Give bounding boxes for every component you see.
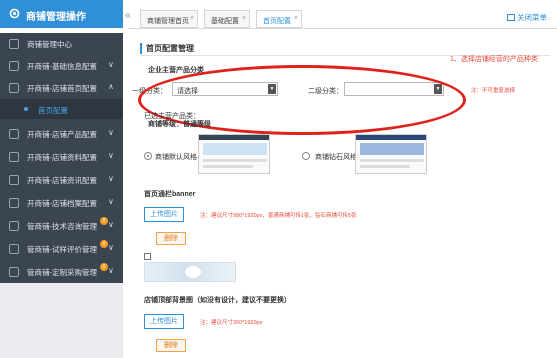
menu-icon xyxy=(9,175,19,185)
chevron-down-icon: ∨ xyxy=(108,128,114,137)
shop-level-label: 商铺等级：普通等级 xyxy=(148,121,211,128)
sidebar-item-label: 管商铺-试样评价管理 xyxy=(27,245,97,254)
sidebar-item-label: 管商铺-定制采购管理 xyxy=(27,268,97,277)
tab-homepage-config[interactable]: 首页配置 × xyxy=(256,10,302,28)
sidebar-header: 商铺管理操作 xyxy=(0,0,123,28)
chevron-down-icon: ∨ xyxy=(108,266,114,275)
chevron-down-icon: ∨ xyxy=(108,174,114,183)
close-menu-button[interactable]: 关闭菜单 xyxy=(507,12,547,23)
main-content: 首页配置管理 1、选择店铺经营的产品种类 企业主营产品分类 一级分类： 请选择 … xyxy=(128,29,557,358)
sidebar-item-label: 开商铺-店铺资料配置 xyxy=(27,153,97,162)
tab-label: 首页配置 xyxy=(263,18,291,25)
upload-banner-button[interactable]: 上传图片 xyxy=(144,207,184,222)
menu-icon xyxy=(9,244,19,254)
sidebar-item-label: 管商铺-技术咨询管理 xyxy=(27,222,97,231)
menu-icon xyxy=(9,83,19,93)
close-icon[interactable]: × xyxy=(242,15,246,22)
tab-shop-home[interactable]: 商铺管理首页 × xyxy=(140,10,198,28)
sidebar-item-material-config[interactable]: 开商铺-店铺资料配置 ∨ xyxy=(0,146,123,168)
banner-preview-image xyxy=(144,262,236,282)
chevron-down-icon: ∨ xyxy=(108,60,114,69)
style-default-radio[interactable] xyxy=(144,152,152,160)
banner-title: 首页通栏banner xyxy=(144,191,196,198)
tab-label: 商铺管理首页 xyxy=(147,18,189,25)
section-title: 首页配置管理 xyxy=(140,43,194,54)
menu-icon xyxy=(9,61,19,71)
chevron-down-icon: ∨ xyxy=(108,220,114,229)
sidebar-item-label: 开商铺-基础信息配置 xyxy=(27,62,97,71)
exit-icon xyxy=(507,14,515,21)
topbg-title: 店铺顶部背景图（如没有设计，建议不要更换） xyxy=(144,297,291,304)
tab-basic-config[interactable]: 基础配置 × xyxy=(204,10,250,28)
tab-label: 基础配置 xyxy=(211,18,239,25)
select-note: 注：不可重复选择 xyxy=(471,88,516,94)
close-menu-label: 关闭菜单 xyxy=(517,13,547,22)
menu-icon xyxy=(9,221,19,231)
banner-checkbox[interactable] xyxy=(144,253,151,260)
chevron-down-icon: ∨ xyxy=(108,243,114,252)
sidebar-title: 商铺管理操作 xyxy=(26,12,86,23)
topbg-note: 注：建议尺寸300*1920px xyxy=(200,320,263,326)
style-diamond-radio[interactable] xyxy=(302,152,310,160)
sidebar-item-label: 开商铺-店铺产品配置 xyxy=(27,130,97,139)
sidebar-item-sample-eval[interactable]: 管商铺-试样评价管理 0 ∨ xyxy=(0,238,123,260)
gear-icon xyxy=(9,8,20,19)
sidebar: 商铺管理操作 商铺管理中心 开商铺-基础信息配置 ∨ 开商铺-店铺首页配置 ∧ … xyxy=(0,0,123,358)
sidebar-item-archive-config[interactable]: 开商铺-店铺档案配置 ∨ xyxy=(0,192,123,214)
sidebar-item-product-config[interactable]: 开商铺-店铺产品配置 ∨ xyxy=(0,123,123,145)
sidebar-subitem-label: 首页配置 xyxy=(38,106,68,115)
delete-topbg-button[interactable]: 删除 xyxy=(156,339,186,352)
bullet-icon xyxy=(24,107,28,111)
sidebar-item-label: 开商铺-店铺资讯配置 xyxy=(27,176,97,185)
count-badge: 0 xyxy=(100,263,108,271)
sidebar-item-label: 商铺管理中心 xyxy=(27,40,72,49)
chevron-up-icon: ∧ xyxy=(108,82,114,91)
sidebar-item-tech-consult[interactable]: 管商铺-技术咨询管理 0 ∨ xyxy=(0,215,123,237)
style-diamond-preview xyxy=(355,134,427,174)
sidebar-empty-area xyxy=(0,283,123,358)
sidebar-subitem-homepage[interactable]: 首页配置 xyxy=(0,99,123,119)
style-diamond-label: 商铺钻石风格 xyxy=(315,154,357,161)
collapse-sidebar-icon[interactable]: « xyxy=(125,10,131,21)
close-icon[interactable]: × xyxy=(294,15,298,22)
style-default-preview xyxy=(198,134,270,174)
count-badge: 0 xyxy=(100,217,108,225)
sidebar-item-homepage-config[interactable]: 开商铺-店铺首页配置 ∧ xyxy=(0,77,123,99)
menu-icon xyxy=(9,39,19,49)
menu-icon xyxy=(9,267,19,277)
delete-banner-button[interactable]: 删除 xyxy=(156,232,186,245)
sidebar-item-basic-info[interactable]: 开商铺-基础信息配置 ∨ xyxy=(0,55,123,77)
sidebar-item-label: 开商铺-店铺首页配置 xyxy=(27,84,97,93)
chevron-down-icon: ∨ xyxy=(108,151,114,160)
menu-icon xyxy=(9,129,19,139)
count-badge: 0 xyxy=(100,240,108,248)
sidebar-menu: 商铺管理中心 开商铺-基础信息配置 ∨ 开商铺-店铺首页配置 ∧ 首页配置 开商… xyxy=(0,33,123,283)
sidebar-item-label: 开商铺-店铺档案配置 xyxy=(27,199,97,208)
sidebar-item-custom-purchase[interactable]: 管商铺-定制采购管理 0 ∨ xyxy=(0,261,123,283)
menu-icon xyxy=(9,152,19,162)
chevron-down-icon: ∨ xyxy=(108,197,114,206)
upload-topbg-button[interactable]: 上传图片 xyxy=(144,314,184,329)
style-default-label: 商铺默认风格 xyxy=(155,154,197,161)
sidebar-item-news-config[interactable]: 开商铺-店铺资讯配置 ∨ xyxy=(0,169,123,191)
sidebar-item-shop-center[interactable]: 商铺管理中心 xyxy=(0,33,123,55)
close-icon[interactable]: × xyxy=(190,15,194,22)
annotation-text: 1、选择店铺经营的产品种类 xyxy=(450,56,538,63)
banner-note: 注：建议尺寸980*1920px，普通商铺可传1张，钻石商铺可传5张 xyxy=(200,213,357,219)
menu-icon xyxy=(9,198,19,208)
